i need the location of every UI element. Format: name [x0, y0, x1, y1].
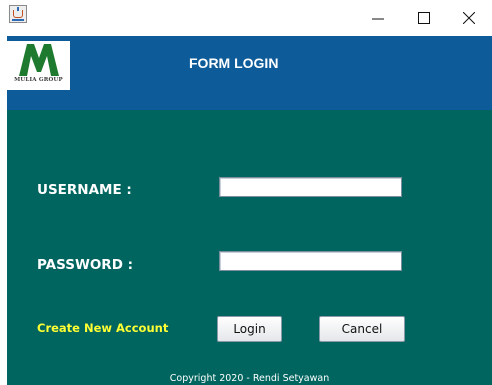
company-logo: MULIA GROUP: [7, 41, 70, 90]
cancel-button[interactable]: Cancel: [319, 316, 405, 342]
form-title: FORM LOGIN: [189, 55, 279, 71]
login-button[interactable]: Login: [217, 316, 282, 342]
maximize-button[interactable]: [401, 0, 447, 36]
create-new-account-link[interactable]: Create New Account: [37, 321, 168, 335]
header-bar: MULIA GROUP FORM LOGIN: [7, 36, 492, 110]
username-input[interactable]: [219, 177, 402, 197]
close-button[interactable]: [446, 0, 492, 36]
minimize-icon: [372, 18, 384, 20]
mulia-m-logo-icon: [19, 44, 59, 76]
java-cup-icon: [9, 5, 27, 23]
username-label: USERNAME :: [37, 182, 132, 198]
logo-text: MULIA GROUP: [14, 77, 63, 83]
password-label: PASSWORD :: [37, 257, 134, 273]
password-input[interactable]: [219, 251, 402, 271]
maximize-icon: [418, 12, 430, 24]
minimize-button[interactable]: [355, 0, 401, 36]
login-panel: USERNAME : PASSWORD : Create New Account…: [7, 110, 492, 385]
window-titlebar: [0, 0, 492, 36]
copyright-text: Copyright 2020 - Rendi Setyawan: [169, 373, 330, 384]
close-icon: [462, 11, 476, 25]
